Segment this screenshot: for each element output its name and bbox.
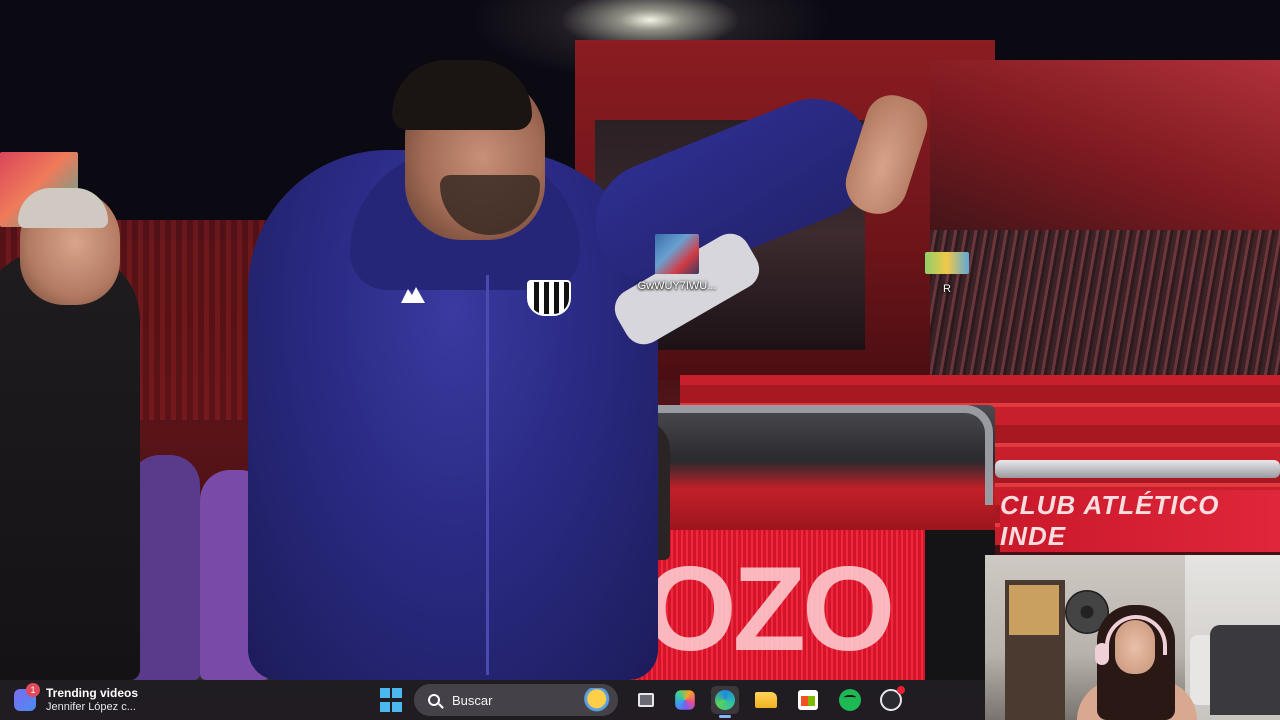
man-hair bbox=[18, 188, 108, 228]
windows-start-icon bbox=[379, 687, 402, 713]
desktop-icon-label: GwWUY7IWU... bbox=[637, 280, 717, 292]
taskbar-search[interactable]: Buscar bbox=[414, 684, 618, 716]
task-view-icon bbox=[638, 693, 654, 707]
spotify-button[interactable] bbox=[836, 686, 864, 714]
webcam-box bbox=[1009, 585, 1059, 635]
board-text: CLUB ATLÉTICO INDE bbox=[1000, 490, 1220, 551]
desktop-icon-label: R bbox=[943, 283, 951, 295]
le-coq-sportif-logo-icon bbox=[401, 287, 425, 303]
search-icon bbox=[428, 694, 440, 706]
task-view-button[interactable] bbox=[632, 686, 660, 714]
background-person bbox=[130, 455, 200, 680]
jacket-zip bbox=[486, 275, 489, 675]
widgets-button[interactable]: 1 Trending videos Jennifer López c... bbox=[14, 683, 139, 716]
metal-rail bbox=[995, 460, 1280, 478]
search-label: Buscar bbox=[452, 692, 493, 708]
desktop-icon-video[interactable]: GwWUY7IWU... bbox=[632, 234, 722, 292]
store-icon bbox=[798, 690, 818, 710]
club-crest-icon bbox=[527, 280, 571, 316]
tunnel-frame bbox=[648, 405, 993, 505]
desktop-icon-image[interactable]: R bbox=[902, 252, 992, 295]
spotify-icon bbox=[839, 689, 861, 711]
copilot-button[interactable] bbox=[675, 690, 695, 710]
microphone-icon bbox=[1095, 643, 1109, 665]
recording-indicator bbox=[897, 686, 905, 694]
search-highlight-icon bbox=[578, 688, 612, 712]
widget-subtitle: Jennifer López c... bbox=[46, 701, 136, 713]
notification-badge: 1 bbox=[26, 683, 40, 697]
led-board-text: IOZO bbox=[618, 542, 895, 676]
microsoft-store-button[interactable] bbox=[794, 686, 822, 714]
webcam-sofa bbox=[1210, 625, 1280, 715]
widgets-icon: 1 bbox=[14, 683, 40, 711]
player-hair bbox=[392, 60, 532, 130]
file-explorer-button[interactable] bbox=[752, 686, 780, 714]
start-button[interactable] bbox=[376, 686, 404, 714]
widget-title: Trending videos bbox=[46, 686, 139, 700]
active-app-indicator bbox=[719, 715, 731, 718]
advertising-board: CLUB ATLÉTICO INDE bbox=[1000, 490, 1280, 552]
video-thumbnail-icon bbox=[655, 234, 699, 274]
edge-browser-icon bbox=[715, 690, 735, 710]
image-thumbnail-icon bbox=[925, 252, 969, 274]
webcam-overlay bbox=[985, 555, 1280, 720]
edge-button[interactable] bbox=[711, 686, 739, 714]
folder-icon bbox=[755, 692, 777, 708]
man-in-black-coat bbox=[0, 250, 140, 680]
